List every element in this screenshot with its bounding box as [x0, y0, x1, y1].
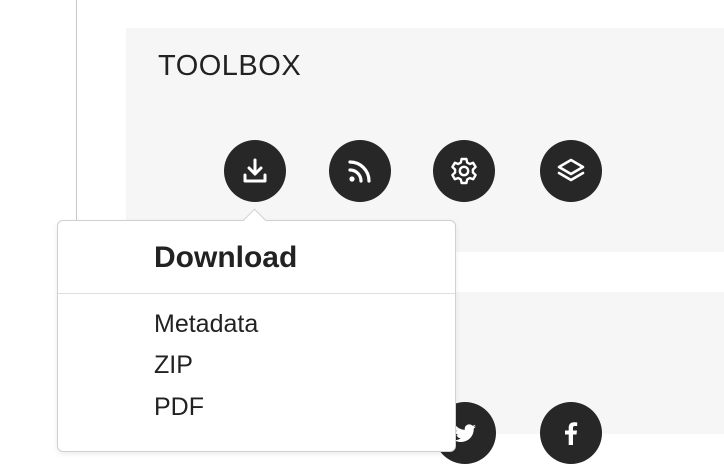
- download-button[interactable]: [224, 140, 286, 202]
- settings-button[interactable]: [433, 140, 495, 202]
- menu-item-pdf[interactable]: PDF: [154, 393, 204, 422]
- menu-item-zip[interactable]: ZIP: [154, 351, 193, 380]
- toolbox-title: TOOLBOX: [158, 50, 302, 82]
- download-icon: [239, 155, 271, 187]
- rss-icon: [344, 155, 376, 187]
- menu-item-metadata[interactable]: Metadata: [154, 310, 258, 339]
- download-menu-title: Download: [154, 241, 298, 274]
- download-menu: Download Metadata ZIP PDF: [57, 208, 456, 452]
- facebook-button[interactable]: [540, 402, 602, 464]
- layers-button[interactable]: [540, 140, 602, 202]
- facebook-icon: [555, 417, 587, 449]
- menu-divider: [58, 293, 455, 294]
- layers-icon: [555, 155, 587, 187]
- timeline-line: [76, 0, 77, 222]
- gear-icon: [448, 155, 480, 187]
- rss-button[interactable]: [329, 140, 391, 202]
